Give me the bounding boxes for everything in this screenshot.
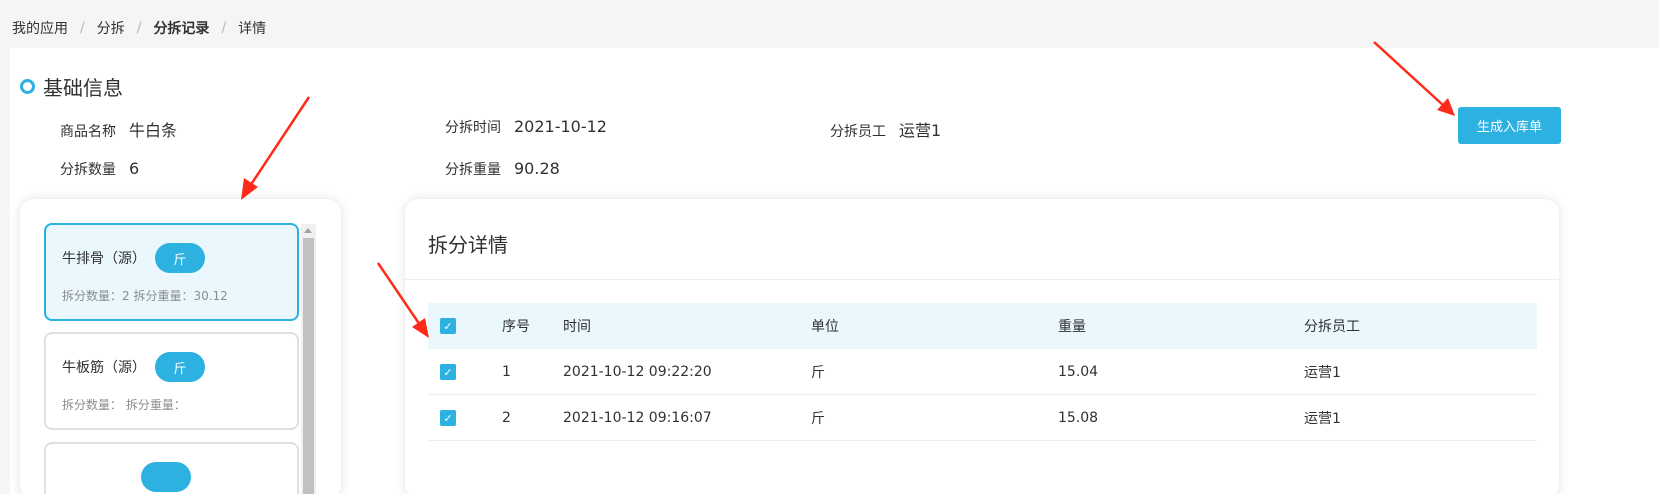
row-weight: 15.04 bbox=[1058, 364, 1099, 380]
row-index: 2 bbox=[502, 410, 511, 426]
source-item[interactable]: 牛排骨（源） 斤 拆分数量：2 拆分重量：30.12 bbox=[44, 223, 299, 321]
row-checkbox[interactable]: ✓ bbox=[440, 410, 456, 426]
column-header: 时间 bbox=[563, 319, 591, 335]
row-staff: 运营1 bbox=[1304, 365, 1341, 381]
source-item[interactable] bbox=[44, 442, 299, 494]
breadcrumb-separator: / bbox=[80, 20, 85, 36]
section-title: 基础信息 bbox=[20, 72, 123, 101]
staff-label: 分拆员工 bbox=[830, 124, 886, 140]
quantity-value: 6 bbox=[129, 159, 140, 178]
source-item-list: 牛排骨（源） 斤 拆分数量：2 拆分重量：30.12 牛板筋（源） 斤 拆分数量… bbox=[20, 199, 341, 494]
scrollbar-thumb[interactable] bbox=[303, 238, 314, 494]
scrollbar[interactable] bbox=[301, 224, 316, 494]
breadcrumb: 我的应用 / 分拆 / 分拆记录 / 详情 bbox=[12, 18, 266, 38]
product-value: 牛白条 bbox=[129, 121, 178, 140]
source-item[interactable]: 牛板筋（源） 斤 拆分数量： 拆分重量： bbox=[44, 332, 299, 430]
info-time: 分拆时间 2021-10-12 bbox=[445, 117, 607, 137]
table-row[interactable]: ✓ 2 2021-10-12 09:16:07 斤 15.08 运营1 bbox=[428, 395, 1537, 441]
row-time: 2021-10-12 09:16:07 bbox=[563, 410, 712, 426]
breadcrumb-item-detail: 详情 bbox=[238, 21, 267, 37]
column-header: 单位 bbox=[811, 319, 839, 335]
row-index: 1 bbox=[502, 364, 511, 380]
column-header: 分拆员工 bbox=[1304, 319, 1360, 335]
row-weight: 15.08 bbox=[1058, 410, 1099, 426]
weight-label: 分拆重量 bbox=[445, 162, 501, 178]
time-value: 2021-10-12 bbox=[514, 117, 607, 136]
circle-icon bbox=[20, 79, 35, 94]
source-item-name: 牛板筋（源） bbox=[62, 360, 146, 376]
breadcrumb-separator: / bbox=[136, 20, 142, 36]
detail-table: ✓ 序号 时间 单位 重量 分拆员工 ✓ 1 2021-10-12 09:22:… bbox=[428, 303, 1537, 441]
column-header: 重量 bbox=[1058, 319, 1086, 335]
scroll-up-arrow-icon[interactable] bbox=[304, 228, 312, 233]
table-row[interactable]: ✓ 1 2021-10-12 09:22:20 斤 15.04 运营1 bbox=[428, 349, 1537, 395]
source-item-name: 牛排骨（源） bbox=[62, 251, 146, 267]
generate-receipt-button[interactable]: 生成入库单 bbox=[1458, 107, 1561, 144]
breadcrumb-item-split[interactable]: 分拆 bbox=[97, 18, 125, 38]
unit-tag[interactable]: 斤 bbox=[155, 352, 205, 382]
detail-title: 拆分详情 bbox=[428, 233, 508, 257]
row-time: 2021-10-12 09:22:20 bbox=[563, 364, 712, 380]
breadcrumb-item-my-apps[interactable]: 我的应用 bbox=[12, 18, 68, 38]
unit-tag[interactable]: 斤 bbox=[155, 243, 205, 273]
row-checkbox[interactable]: ✓ bbox=[440, 364, 456, 380]
unit-tag[interactable] bbox=[141, 462, 191, 492]
section-title-text: 基础信息 bbox=[43, 76, 123, 100]
column-header: 序号 bbox=[502, 319, 530, 335]
source-item-meta: 拆分数量： 拆分重量： bbox=[62, 398, 186, 412]
divider bbox=[405, 279, 1559, 280]
staff-value: 运营1 bbox=[899, 121, 942, 140]
row-staff: 运营1 bbox=[1304, 411, 1341, 427]
product-label: 商品名称 bbox=[60, 124, 116, 140]
info-product: 商品名称 牛白条 bbox=[60, 117, 177, 141]
table-header: ✓ 序号 时间 单位 重量 分拆员工 bbox=[428, 303, 1537, 349]
time-label: 分拆时间 bbox=[445, 120, 501, 136]
select-all-checkbox[interactable]: ✓ bbox=[440, 318, 456, 334]
breadcrumb-item-split-records[interactable]: 分拆记录 bbox=[153, 18, 209, 38]
weight-value: 90.28 bbox=[514, 159, 560, 178]
source-item-meta: 拆分数量：2 拆分重量：30.12 bbox=[62, 289, 228, 303]
split-detail-card: 拆分详情 ✓ 序号 时间 单位 重量 分拆员工 ✓ 1 2021-10-12 0… bbox=[405, 199, 1559, 494]
row-unit: 斤 bbox=[811, 411, 825, 427]
breadcrumb-separator: / bbox=[221, 20, 227, 36]
info-quantity: 分拆数量 6 bbox=[60, 159, 139, 179]
info-staff: 分拆员工 运营1 bbox=[830, 117, 941, 141]
info-weight: 分拆重量 90.28 bbox=[445, 159, 560, 179]
quantity-label: 分拆数量 bbox=[60, 162, 116, 178]
row-unit: 斤 bbox=[811, 365, 825, 381]
